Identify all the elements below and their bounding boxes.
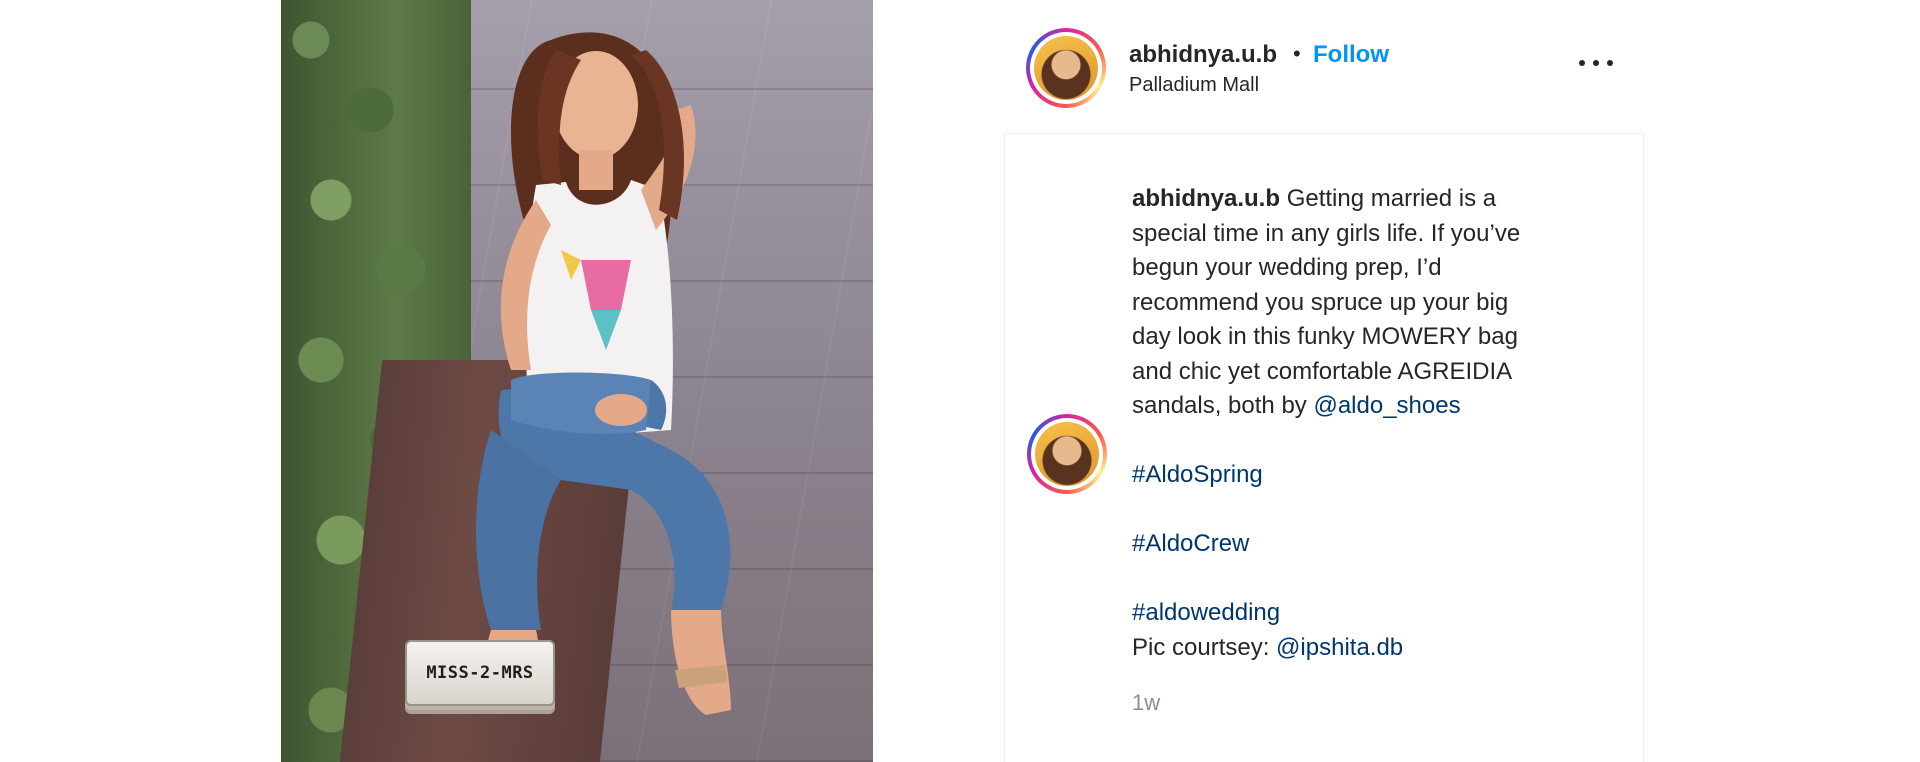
separator-dot: • [1293,41,1301,66]
post-timestamp[interactable]: 1w [1132,690,1160,716]
caption-line: recommend you spruce up your big [1132,288,1509,316]
license-plate-clutch: MISS-2-MRS [405,640,555,706]
more-options-icon[interactable] [1579,56,1613,70]
caption-line: day look in this funky MOWERY bag [1132,323,1518,350]
post-photo[interactable]: MISS-2-MRS [281,0,873,762]
post-location[interactable]: Palladium Mall [1129,74,1259,97]
credit-text: Pic courtsey: [1132,633,1277,661]
comments-panel: abhidnya.u.b Getting married is a specia… [1004,134,1644,762]
hashtag-link[interactable]: #AldoCrew [1132,527,1602,562]
caption-line: special time in any girls life. If you’v… [1132,219,1521,247]
woman-figure [476,32,731,715]
credit-mention-link[interactable]: @ipshita.db [1276,634,1403,661]
author-username[interactable]: abhidnya.u.b [1129,41,1277,69]
caption-line: begun your wedding prep, I’d [1132,254,1442,281]
brand-mention-link[interactable]: @aldo_shoes [1313,392,1460,419]
caption-line: Getting married is a [1286,185,1497,212]
post-caption: abhidnya.u.b Getting married is a specia… [1132,182,1602,665]
follow-button[interactable]: Follow [1313,41,1389,69]
post-header: abhidnya.u.b • Follow Palladium Mall [1004,0,1644,134]
hashtag-link[interactable]: #aldowedding [1132,596,1602,631]
caption-author-avatar[interactable] [1027,414,1107,494]
hashtag-link[interactable]: #AldoSpring [1132,458,1602,493]
author-avatar[interactable] [1026,28,1106,108]
caption-line: and chic yet comfortable AGREIDIA [1132,357,1513,385]
caption-username[interactable]: abhidnya.u.b [1132,185,1280,212]
avatar-image [1034,36,1098,100]
avatar-image [1035,422,1099,486]
caption-line: sandals, both by [1132,392,1314,419]
